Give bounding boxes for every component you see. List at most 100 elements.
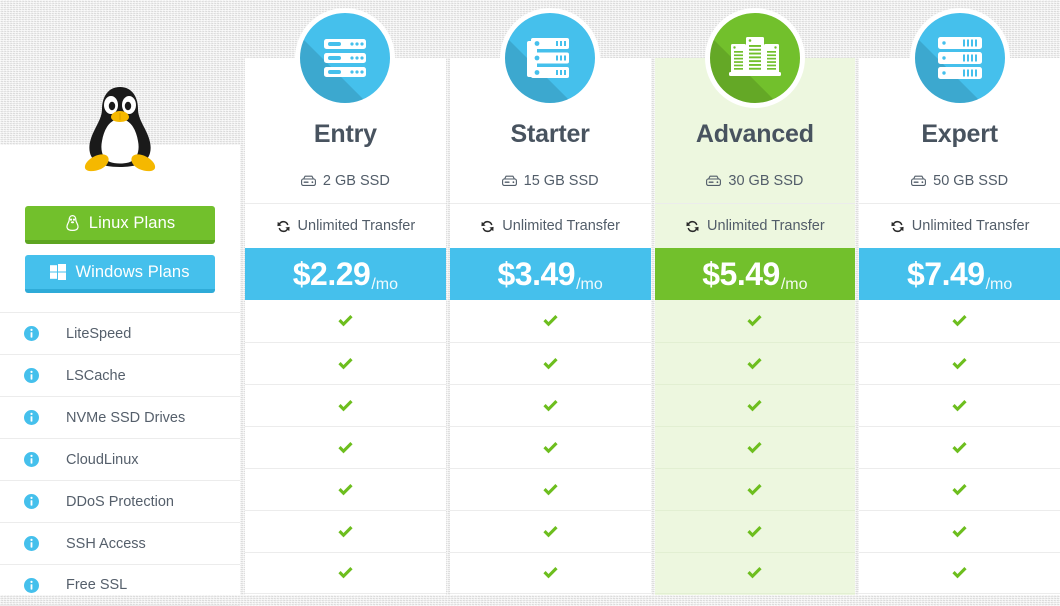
check-cell [245, 468, 446, 510]
check-icon [543, 483, 558, 495]
check-cell [245, 342, 446, 384]
check-cell [450, 300, 651, 342]
info-icon[interactable] [24, 452, 39, 467]
plan-column-entry[interactable]: Entry 2 GB SSD Unlimited Transfer $2.29 … [245, 0, 446, 595]
check-cell [245, 552, 446, 594]
check-icon [747, 357, 762, 369]
hard-drive-icon [706, 175, 722, 188]
plan-storage: 50 GB SSD [859, 159, 1060, 203]
check-icon [338, 315, 353, 327]
info-icon[interactable] [24, 326, 39, 341]
plan-feature-checks [859, 300, 1060, 594]
check-cell [245, 384, 446, 426]
check-cell [449, 552, 651, 594]
hard-drive-icon [911, 175, 927, 188]
server-towers-icon [704, 8, 805, 108]
feature-row-litespeed: LiteSpeed [0, 312, 240, 354]
plan-price-amount: $5.49 [702, 255, 780, 292]
plan-storage: 15 GB SSD [450, 159, 651, 203]
check-icon [952, 399, 967, 411]
check-cell [655, 300, 856, 342]
plan-feature-checks [654, 300, 856, 594]
linux-plans-button[interactable]: Linux Plans [25, 206, 215, 244]
check-cell [654, 384, 856, 426]
check-cell [859, 552, 1060, 594]
check-icon [952, 567, 967, 579]
check-icon [952, 525, 967, 537]
check-icon [338, 399, 353, 411]
sync-icon [480, 219, 495, 234]
check-icon [338, 357, 353, 369]
check-cell [449, 468, 651, 510]
plan-price: $7.49 /mo [859, 248, 1060, 300]
check-cell [654, 552, 856, 594]
feature-label: LSCache [66, 367, 126, 384]
check-icon [952, 441, 967, 453]
check-icon [338, 483, 353, 495]
feature-row-nvme-ssd-drives: NVMe SSD Drives [0, 396, 240, 438]
info-icon[interactable] [24, 494, 39, 509]
check-cell [654, 342, 856, 384]
feature-label: Free SSL [66, 577, 128, 593]
hard-drive-icon [501, 175, 517, 188]
plan-price: $3.49 /mo [449, 248, 651, 300]
check-icon [338, 567, 353, 579]
check-cell [859, 468, 1060, 510]
check-icon [338, 525, 353, 537]
info-icon[interactable] [24, 536, 39, 551]
server-blades-icon [909, 8, 1010, 108]
check-cell [449, 510, 651, 552]
check-icon [338, 441, 353, 453]
check-cell [654, 468, 856, 510]
check-icon [543, 315, 558, 327]
check-icon [543, 567, 558, 579]
plan-storage-label: 2 GB SSD [322, 173, 390, 189]
sidebar: Linux Plans Windows Plans LiteSpeed LSCa… [0, 87, 240, 606]
feature-row-ddos-protection: DDoS Protection [0, 480, 240, 522]
info-icon[interactable] [24, 410, 39, 425]
plan-column-starter[interactable]: Starter 15 GB SSD Unlimited Transfer $3.… [449, 0, 651, 595]
plan-price-period: /mo [780, 276, 808, 293]
feature-label: LiteSpeed [66, 325, 132, 342]
check-icon [952, 315, 967, 327]
check-icon [952, 483, 967, 495]
windows-plans-label: Windows Plans [75, 262, 190, 281]
plan-storage: 2 GB SSD [245, 159, 446, 203]
plan-transfer: Unlimited Transfer [245, 203, 446, 248]
check-icon [747, 567, 762, 579]
linux-plans-label: Linux Plans [88, 213, 176, 232]
check-icon [747, 483, 762, 495]
plan-price: $5.49 /mo [654, 248, 856, 300]
tux-penguin-logo [78, 83, 162, 179]
feature-list: LiteSpeed LSCache NVMe SSD Drives CloudL… [0, 312, 240, 606]
plan-feature-checks [245, 300, 446, 594]
plan-columns: Entry 2 GB SSD Unlimited Transfer $2.29 … [245, 0, 1060, 595]
check-cell [449, 426, 651, 468]
check-cell [859, 342, 1060, 384]
plan-price-amount: $2.29 [292, 255, 371, 292]
plan-price-period: /mo [371, 276, 398, 293]
check-icon [747, 399, 762, 411]
info-icon[interactable] [24, 368, 39, 383]
plan-transfer: Unlimited Transfer [859, 203, 1060, 248]
plan-column-expert[interactable]: Expert 50 GB SSD Unlimited Transfer $7.4… [859, 0, 1060, 595]
plan-transfer-label: Unlimited Transfer [502, 218, 620, 234]
hard-drive-icon [300, 175, 316, 188]
feature-row-cloudlinux: CloudLinux [0, 438, 240, 480]
plan-price-amount: $7.49 [907, 255, 985, 292]
check-icon [543, 357, 558, 369]
windows-icon [50, 264, 67, 280]
plan-price-amount: $3.49 [497, 255, 576, 292]
check-icon [543, 441, 558, 453]
plan-transfer-label: Unlimited Transfer [911, 218, 1030, 234]
info-icon[interactable] [24, 577, 39, 593]
check-cell [859, 426, 1060, 468]
check-cell [245, 300, 446, 342]
check-cell [654, 510, 856, 552]
plan-column-advanced[interactable]: Advanced 30 GB SSD Unlimited Transfer $5… [654, 0, 856, 595]
plan-transfer-label: Unlimited Transfer [297, 218, 416, 234]
check-icon [747, 315, 762, 327]
plan-storage: 30 GB SSD [655, 159, 856, 203]
check-icon [747, 525, 762, 537]
windows-plans-button[interactable]: Windows Plans [25, 255, 215, 293]
